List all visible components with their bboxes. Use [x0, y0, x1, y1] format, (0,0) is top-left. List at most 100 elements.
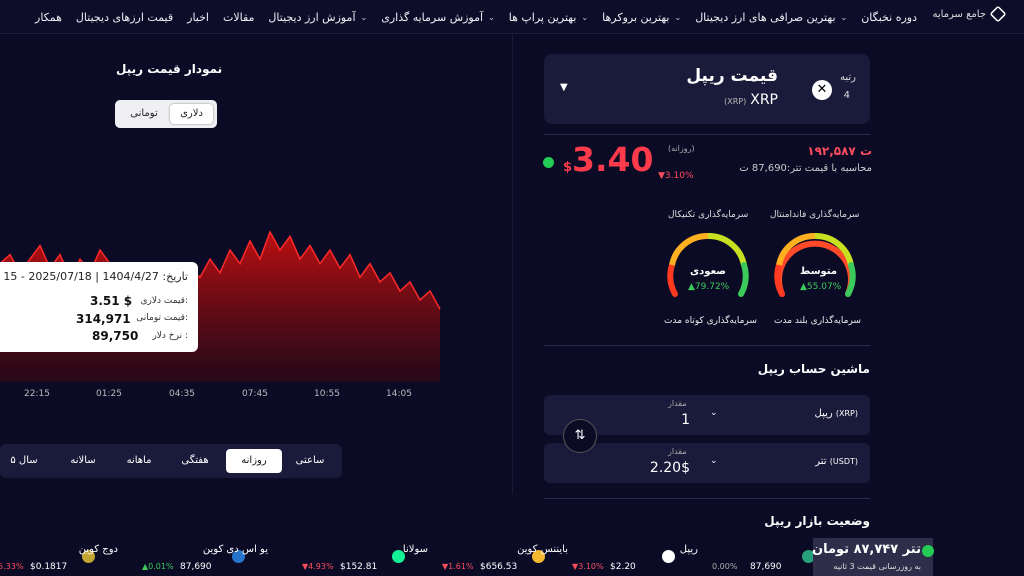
chevron-down-icon[interactable]: ⌄	[710, 456, 718, 466]
usdt-rate-main: تتر ۸۷,۷۴۷ تومان	[811, 542, 921, 557]
from-coin-select[interactable]: ریپل (XRP)	[815, 408, 859, 419]
nav-item-label: بهترین بروکرها	[602, 10, 670, 24]
ticker-price: $2.20	[610, 562, 636, 572]
nav-item[interactable]: آموزش ارز دیجیتال ⌄	[261, 11, 374, 24]
chevron-down-icon: ⌄	[360, 12, 368, 22]
coin-header-card[interactable]: رتبه 4 ✕ قیمت ریپل (XRP) XRP ▼	[544, 54, 870, 124]
toggle-toman[interactable]: تومانی	[119, 104, 169, 124]
tooltip-usd-value: 3.51 $	[90, 294, 133, 308]
gauge-sub-fundamental: سرمایه‌گذاری بلند مدت	[774, 316, 861, 326]
to-coin-code: (USDT)	[829, 457, 858, 466]
daily-label: (روزانه)	[668, 144, 695, 153]
chevron-down-icon: ⌄	[488, 12, 495, 22]
daily-change: ▼3.10%	[658, 171, 694, 181]
x-tick-label: 07:45	[242, 389, 268, 399]
tooltip-usd-label: قیمت دلاری:	[140, 296, 189, 306]
range-yearly[interactable]: سالانه	[56, 449, 110, 473]
to-amount-value[interactable]: 2.20$	[648, 460, 690, 476]
gauge-seg-green	[738, 262, 749, 297]
ticker-price: $656.53	[480, 562, 518, 572]
nav-item-label: آموزش ارز دیجیتال	[268, 10, 356, 24]
ticker-item[interactable]: سولانا $152.81 ▼4.93%	[302, 538, 460, 576]
rank-value: 4	[843, 90, 850, 101]
site-logo[interactable]: جامع سرمایه	[932, 5, 1007, 23]
from-amount-input[interactable]: 1	[648, 412, 690, 428]
gauge-pct-fundamental: ▲55.07%	[800, 282, 842, 292]
gauge-seg-orange	[669, 232, 709, 266]
gauge-title-fundamental: سرمایه‌گذاری فاندامنتال	[770, 210, 860, 220]
chart-title: نمودار قیمت ریپل	[116, 62, 223, 76]
nav-item[interactable]: بهترین پراپ ها ⌄	[502, 11, 595, 24]
chevron-down-icon[interactable]: ⌄	[710, 408, 718, 418]
ticker-coin-name: سولانا	[402, 544, 428, 555]
calculator-title: ماشین حساب ریپل	[757, 362, 870, 376]
x-tick-label: 14:05	[386, 389, 412, 399]
range-5year[interactable]: ۵ سال	[2, 449, 46, 473]
gauge-value-fundamental: متوسط	[800, 266, 838, 277]
x-tick-label: 01:25	[96, 389, 122, 399]
chart-tooltip: تاریخ: 1404/4/27 | 2025/07/18 - 15 قیمت …	[0, 262, 198, 352]
to-coin-select[interactable]: تتر (USDT)	[815, 456, 858, 467]
x-tick-label: 04:35	[169, 389, 195, 399]
divider	[544, 345, 870, 346]
tooltip-date: تاریخ: 1404/4/27 | 2025/07/18 - 15	[3, 270, 188, 283]
ticker-price: 87,690	[180, 562, 212, 572]
rank-label: رتبه	[840, 72, 856, 83]
time-range-selector: ساعتی روزانه هفتگی ماهانه سالانه ۵ سال	[0, 444, 342, 478]
nav-item[interactable]: بهترین بروکرها ⌄	[595, 11, 688, 24]
live-status-dot	[922, 545, 934, 557]
logo-icon	[989, 5, 1007, 23]
nav-item-label: بهترین پراپ ها	[508, 10, 577, 24]
tooltip-toman-value: 314,971	[76, 312, 131, 326]
ticker-coin-name: دوج کوین	[78, 544, 118, 555]
toggle-usd[interactable]: دلاری	[170, 104, 213, 124]
divider	[544, 498, 870, 499]
nav-item-label: اخبار	[187, 10, 209, 24]
ticker-item[interactable]: ریپل $2.20 ▼3.10%	[572, 538, 730, 576]
to-amount-label: مقدار	[668, 447, 687, 456]
nav-item[interactable]: آموزش سرمایه گذاری ⌄	[374, 11, 502, 24]
range-hourly[interactable]: ساعتی	[286, 449, 334, 473]
ticker-price: $152.81	[340, 562, 378, 572]
nav-item[interactable]: همکار	[28, 11, 69, 24]
nav-item[interactable]: دوره نخبگان	[854, 11, 924, 24]
x-tick-label: 22:15	[24, 389, 50, 399]
coin-symbol-paren: (XRP)	[724, 97, 747, 106]
ticker-coin-name: بایننس کوین	[517, 544, 568, 555]
ticker-change: ▼5.33%	[0, 562, 24, 571]
to-coin-name: تتر	[815, 456, 827, 467]
ticker-item[interactable]: بایننس کوین $656.53 ▼1.61%	[442, 538, 600, 576]
xrp-icon	[662, 550, 675, 563]
ticker-price: 87,690	[750, 562, 782, 572]
chevron-down-icon[interactable]: ▼	[560, 82, 568, 93]
market-status-title: وضعیت بازار ریپل	[764, 514, 870, 528]
nav-item[interactable]: بهترین صرافی های ارز دیجیتال ⌄	[688, 11, 854, 24]
ticker-item[interactable]: یو اس دی کوین 87,690 ▲0.01%	[142, 538, 300, 576]
to-amount-field[interactable]: تتر (USDT) ⌄ مقدار 2.20$	[544, 443, 870, 483]
usd-price-value: 3.40	[572, 140, 654, 179]
swap-arrows-icon[interactable]: ⇅	[563, 419, 597, 453]
gauge-value-technical: صعودی	[690, 266, 726, 277]
gauge-seg-red	[667, 262, 678, 297]
gauge-sub-technical: سرمایه‌گذاری کوتاه مدت	[664, 316, 757, 326]
ticker-item[interactable]: دوج کوین $0.1817 ▼5.33%	[0, 538, 150, 576]
usdt-rate-box[interactable]: تتر ۸۷,۷۴۷ تومان به روزرسانی قیمت 3 ثانی…	[811, 538, 933, 576]
nav-item[interactable]: اخبار	[180, 11, 216, 24]
coin-symbol-text: XRP	[750, 92, 778, 108]
tooltip-toman-label: قیمت تومانی:	[136, 313, 188, 323]
currency-sign: $	[563, 160, 573, 175]
toman-price: ۱۹۲,۵۸۷ ت	[807, 144, 872, 158]
nav-item[interactable]: مقالات	[216, 11, 261, 24]
tooltip-rate-label: نرخ دلار :	[152, 331, 188, 341]
range-monthly[interactable]: ماهانه	[112, 449, 166, 473]
nav-item-label: دوره نخبگان	[861, 10, 917, 24]
top-nav: جامع سرمایه دوره نخبگان بهترین صرافی های …	[0, 0, 1024, 34]
nav-menu: دوره نخبگان بهترین صرافی های ارز دیجیتال ⌄…	[28, 0, 924, 34]
coin-symbol: (XRP) XRP	[724, 92, 778, 108]
nav-item-label: بهترین صرافی های ارز دیجیتال	[695, 10, 836, 24]
usdt-rate-note: محاسبه با قیمت تتر:87,690 ت	[739, 163, 872, 174]
range-weekly[interactable]: هفتگی	[168, 449, 222, 473]
nav-item[interactable]: قیمت ارزهای دیجیتال	[69, 11, 180, 24]
logo-wordmark: جامع سرمایه	[932, 8, 986, 20]
range-daily[interactable]: روزانه	[226, 449, 282, 473]
